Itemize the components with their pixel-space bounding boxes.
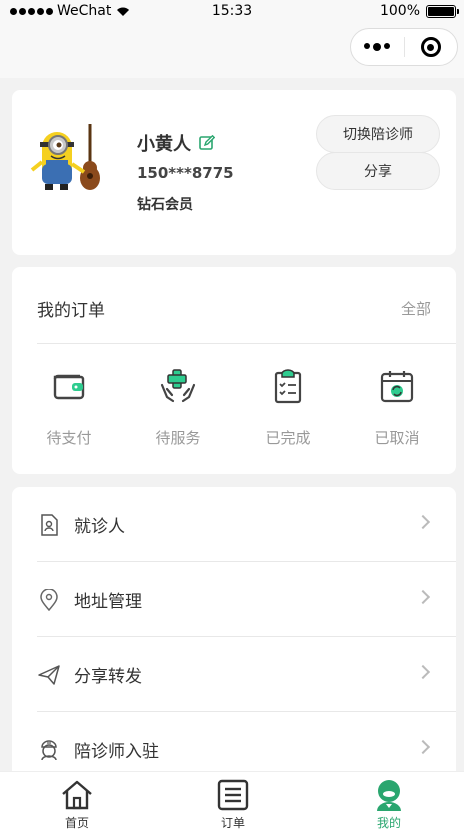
menu-item-companion-join[interactable]: 陪诊师入驻 [37, 712, 456, 777]
patient-card-icon [37, 513, 61, 537]
battery-area: 100% [379, 3, 459, 19]
menu-card: 就诊人 地址管理 分享转发 陪诊师入驻 [12, 487, 456, 777]
mini-program-capsule [350, 28, 458, 66]
status-bar: WeChat 15:33 100% [0, 0, 464, 24]
order-status-cancelled[interactable]: 已取消 [352, 367, 442, 448]
view-all-orders-link[interactable]: 全部 [401, 298, 431, 319]
user-name-row: 小黄人 [137, 130, 215, 156]
menu-item-patients[interactable]: 就诊人 [37, 487, 456, 562]
my-orders-card: 我的订单 全部 待支付 待服务 已完成 已取消 [12, 267, 456, 474]
share-button[interactable]: 分享 [316, 152, 440, 190]
menu-item-label: 分享转发 [74, 667, 142, 687]
home-icon [62, 780, 92, 810]
order-status-label: 待支付 [46, 429, 92, 447]
order-list-icon [217, 779, 249, 811]
battery-percent: 100% [379, 3, 420, 19]
chevron-right-icon [415, 664, 431, 680]
edit-icon[interactable] [199, 135, 215, 151]
order-status-label: 已完成 [265, 429, 311, 447]
navigation-bar [0, 24, 464, 78]
checklist-icon [274, 369, 302, 404]
menu-item-label: 地址管理 [74, 592, 142, 612]
divider [37, 343, 456, 344]
phone-number: 150***8775 [137, 164, 234, 182]
user-name: 小黄人 [137, 134, 191, 155]
chevron-right-icon [415, 589, 431, 605]
profile-card: 小黄人 150***8775 钻石会员 切换陪诊师 分享 [12, 90, 456, 255]
tab-label: 我的 [376, 816, 401, 830]
nurse-icon [37, 738, 61, 762]
order-status-awaiting-service[interactable]: 待服务 [133, 367, 223, 448]
tab-home[interactable]: 首页 [37, 778, 117, 831]
menu-item-label: 陪诊师入驻 [74, 742, 159, 762]
menu-item-label: 就诊人 [74, 517, 125, 537]
calendar-refresh-icon [380, 371, 414, 403]
chevron-right-icon [415, 514, 431, 530]
chevron-right-icon [415, 739, 431, 755]
order-status-completed[interactable]: 已完成 [243, 367, 333, 448]
tab-label: 订单 [220, 816, 245, 830]
menu-item-address[interactable]: 地址管理 [37, 562, 456, 637]
avatar[interactable] [28, 120, 106, 200]
close-mini-program-icon[interactable] [404, 37, 457, 57]
battery-icon [426, 4, 459, 18]
menu-item-share[interactable]: 分享转发 [37, 637, 456, 712]
member-level: 钻石会员 [137, 197, 193, 213]
tab-label: 首页 [64, 816, 89, 830]
switch-companion-button[interactable]: 切换陪诊师 [316, 115, 440, 153]
user-icon [377, 780, 401, 811]
orders-title: 我的订单 [37, 301, 105, 321]
order-status-pending-payment[interactable]: 待支付 [24, 367, 114, 448]
tab-mine[interactable]: 我的 [349, 778, 429, 831]
wallet-icon [53, 374, 85, 400]
care-hands-icon [160, 369, 196, 403]
paper-plane-icon [37, 663, 61, 687]
location-pin-icon [37, 588, 61, 612]
order-status-label: 已取消 [374, 429, 420, 447]
tab-bar: 首页 订单 我的 [0, 771, 464, 831]
order-status-label: 待服务 [155, 429, 201, 447]
tab-orders[interactable]: 订单 [193, 778, 273, 831]
more-options-icon[interactable] [351, 43, 404, 51]
